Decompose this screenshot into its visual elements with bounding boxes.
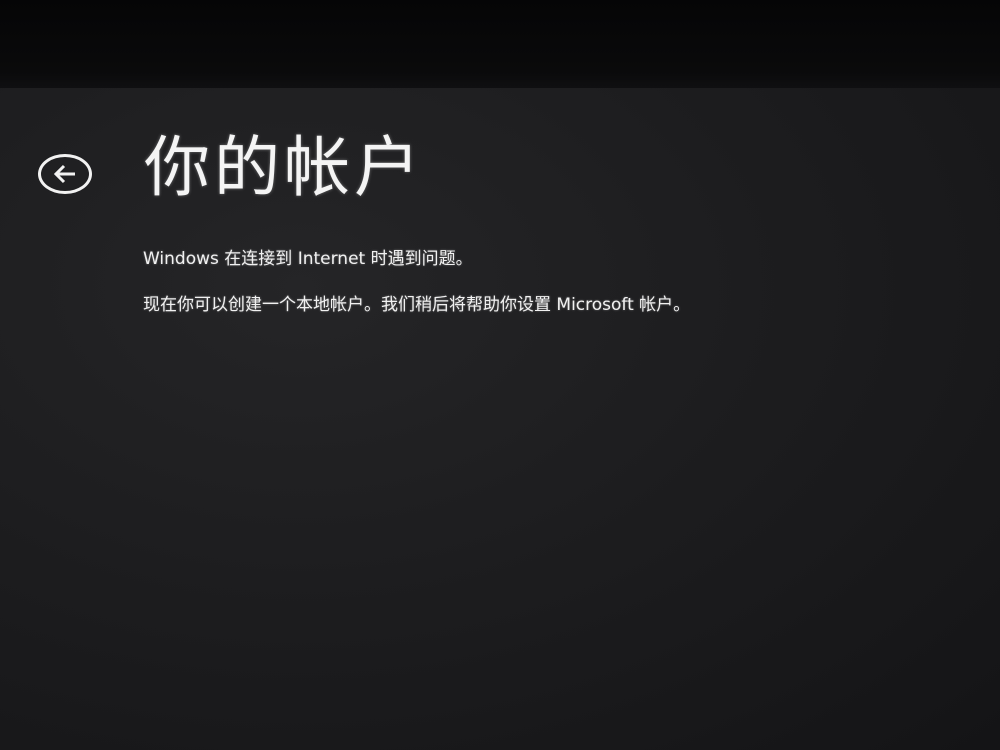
local-account-message: 现在你可以创建一个本地帐户。我们稍后将帮助你设置 Microsoft 帐户。 [143,295,691,315]
monitor-bezel [0,0,1000,90]
back-button[interactable] [38,154,92,194]
page-title: 你的帐户 [144,129,424,206]
back-arrow-icon [53,164,75,184]
setup-screen: 你的帐户 Windows 在连接到 Internet 时遇到问题。 现在你可以创… [0,88,1000,750]
connection-error-message: Windows 在连接到 Internet 时遇到问题。 [143,249,473,269]
photo-frame: 你的帐户 Windows 在连接到 Internet 时遇到问题。 现在你可以创… [0,0,1000,750]
